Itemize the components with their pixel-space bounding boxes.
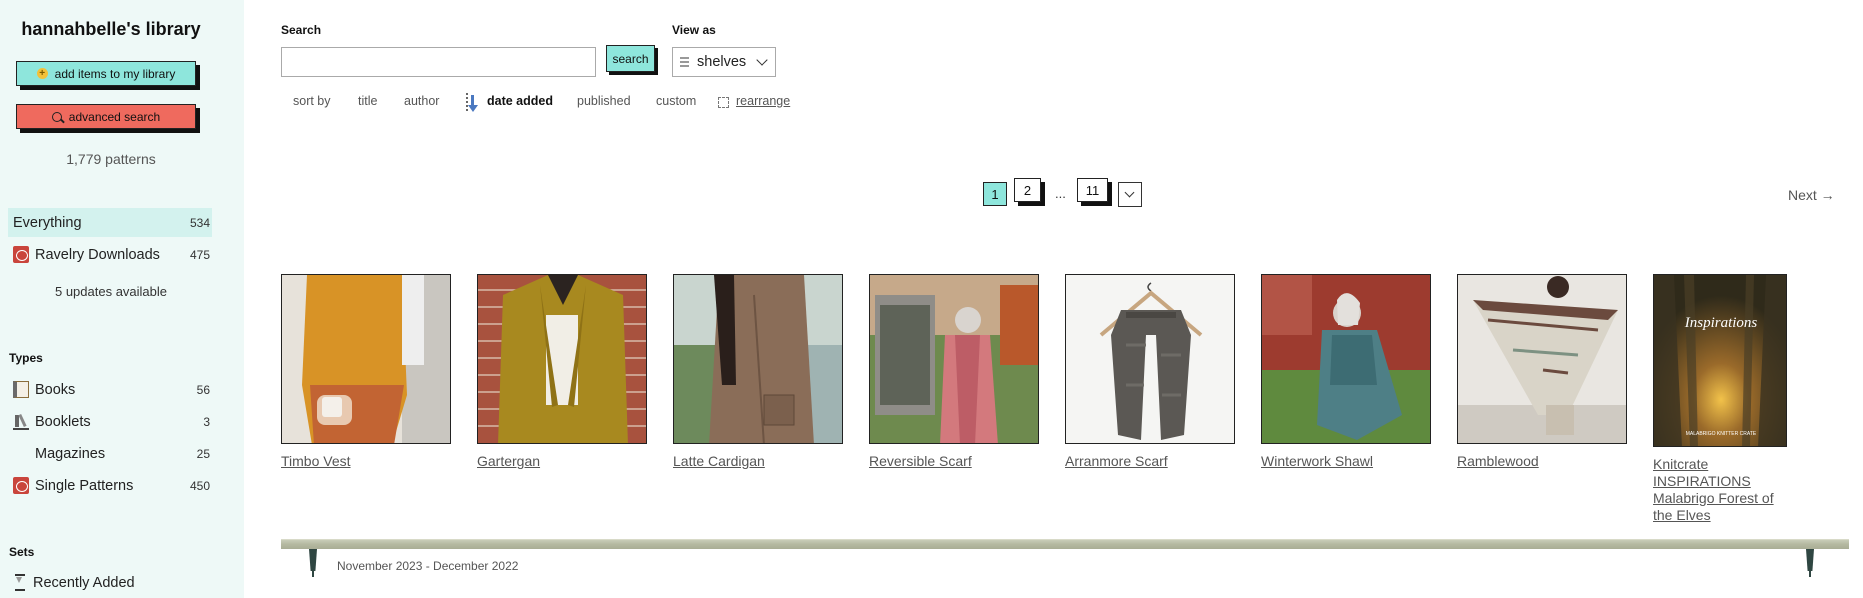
add-items-button[interactable]: + add items to my library (16, 61, 196, 86)
pagination-ellipsis: ... (1055, 186, 1066, 201)
item-title-link[interactable]: Winterwork Shawl (1261, 453, 1431, 470)
page-select-dropdown[interactable] (1118, 182, 1142, 207)
item-title-link[interactable]: Timbo Vest (281, 453, 451, 470)
shelf-bracket-right (1805, 549, 1815, 577)
sidebar-item-count: 475 (189, 247, 210, 262)
sort-published[interactable]: published (577, 94, 631, 108)
sort-date-added[interactable]: date added (487, 94, 553, 108)
sidebar: hannahbelle's library + add items to my … (0, 0, 244, 598)
sidebar-item-books[interactable]: Books 56 (8, 375, 212, 404)
shelf-date-range: November 2023 - December 2022 (337, 559, 519, 573)
view-as-label: View as (672, 23, 716, 37)
sort-title[interactable]: title (358, 94, 377, 108)
item-thumbnail[interactable]: Inspirations MALABRIGO KNITTER CRATE (1653, 274, 1787, 447)
search-input[interactable] (281, 47, 596, 77)
sidebar-item-count: 534 (189, 215, 210, 230)
item-title-link[interactable]: Ramblewood (1457, 453, 1627, 470)
library-item[interactable]: Inspirations MALABRIGO KNITTER CRATE Kni… (1653, 274, 1787, 524)
item-title-link[interactable]: Reversible Scarf (869, 453, 1039, 470)
page-1-button[interactable]: 1 (983, 182, 1007, 206)
booklet-icon (13, 413, 29, 430)
library-title: hannahbelle's library (21, 19, 201, 39)
updates-available-link[interactable]: 5 updates available (0, 284, 222, 299)
next-page-link[interactable]: Next → (1788, 187, 1835, 203)
item-thumbnail[interactable] (673, 274, 843, 444)
rearrange-link[interactable]: rearrange (736, 94, 790, 108)
sidebar-item-ravelry-downloads[interactable]: Ravelry Downloads 475 (8, 240, 212, 269)
search-button[interactable]: search (606, 45, 655, 72)
sidebar-item-recently-added[interactable]: Recently Added (8, 568, 212, 597)
view-as-value: shelves (697, 54, 747, 70)
chevron-down-icon (756, 53, 768, 66)
advanced-search-button[interactable]: advanced search (16, 104, 196, 129)
sidebar-item-count: 3 (203, 414, 210, 429)
sidebar-item-label: Magazines (35, 445, 106, 462)
library-item[interactable]: Reversible Scarf (869, 274, 1039, 470)
magazine-icon (13, 445, 29, 462)
sidebar-item-label: Ravelry Downloads (35, 246, 160, 263)
book-icon (13, 381, 29, 398)
item-thumbnail[interactable] (1457, 274, 1627, 444)
sidebar-item-label: Recently Added (33, 574, 135, 591)
pattern-count: 1,779 patterns (66, 151, 156, 167)
sort-author[interactable]: author (404, 94, 439, 108)
sidebar-item-everything[interactable]: Everything 534 (8, 208, 212, 237)
cover-subtitle-text: MALABRIGO KNITTER CRATE (1686, 431, 1757, 437)
sidebar-item-label: Everything (13, 214, 82, 231)
sidebar-item-count: 56 (196, 382, 210, 397)
item-title-link[interactable]: Arranmore Scarf (1065, 453, 1235, 470)
sidebar-item-label: Booklets (35, 413, 91, 430)
sidebar-item-magazines[interactable]: Magazines 25 (8, 439, 212, 468)
item-thumbnail[interactable] (1261, 274, 1431, 444)
item-title-link[interactable]: Latte Cardigan (673, 453, 843, 470)
shelf-board (281, 539, 1849, 549)
sidebar-item-label: Books (35, 381, 76, 398)
sort-by-label: sort by (293, 94, 331, 108)
sidebar-item-label: Single Patterns (35, 477, 134, 494)
item-title-link[interactable]: Knitcrate INSPIRATIONS Malabrigo Forest … (1653, 456, 1787, 524)
page-11-button[interactable]: 11 (1077, 178, 1108, 202)
plus-icon: + (36, 68, 48, 79)
item-thumbnail[interactable] (869, 274, 1039, 444)
library-item[interactable]: Winterwork Shawl (1261, 274, 1431, 470)
view-as-select[interactable]: shelves (672, 47, 776, 77)
page-2-button[interactable]: 2 (1014, 178, 1041, 202)
item-thumbnail[interactable] (1065, 274, 1235, 444)
sidebar-item-single-patterns[interactable]: Single Patterns 450 (8, 471, 212, 500)
item-title-link[interactable]: Gartergan (477, 453, 647, 470)
sidebar-item-count: 25 (196, 446, 210, 461)
hourglass-icon (15, 574, 25, 591)
pdf-icon (13, 477, 29, 494)
search-label: Search (281, 23, 322, 37)
types-heading: Types (9, 351, 43, 365)
advanced-search-label: advanced search (68, 109, 161, 124)
sets-heading: Sets (9, 545, 35, 559)
sort-custom[interactable]: custom (656, 94, 696, 108)
sidebar-item-booklets[interactable]: Booklets 3 (8, 407, 212, 436)
item-thumbnail[interactable] (477, 274, 647, 444)
shelf-bracket-left (308, 549, 318, 577)
library-item[interactable]: Ramblewood (1457, 274, 1627, 470)
library-item[interactable]: Timbo Vest (281, 274, 451, 470)
cover-title-text: Inspirations (1684, 315, 1758, 331)
pdf-icon (13, 246, 29, 263)
library-item[interactable]: Gartergan (477, 274, 647, 470)
sidebar-item-count: 450 (189, 478, 210, 493)
library-item[interactable]: Arranmore Scarf (1065, 274, 1235, 470)
shelves-icon (680, 57, 689, 67)
sort-descending-icon (466, 93, 480, 113)
item-thumbnail[interactable] (281, 274, 451, 444)
library-item[interactable]: Latte Cardigan (673, 274, 843, 470)
add-items-label: add items to my library (54, 66, 176, 81)
search-icon (51, 111, 65, 123)
rearrange-icon (718, 97, 729, 108)
